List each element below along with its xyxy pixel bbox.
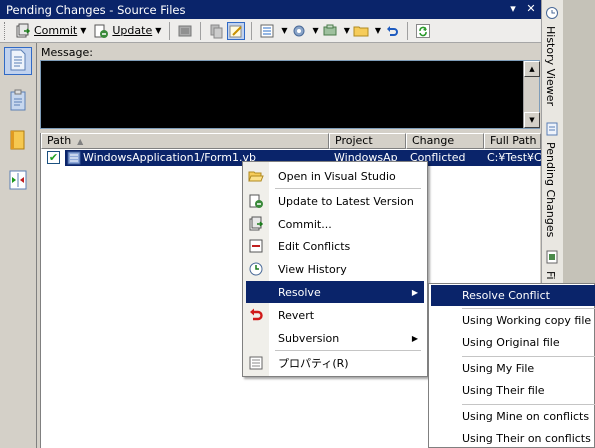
submenu-item-using-working-copy-file[interactable]: Using Working copy file xyxy=(431,310,594,331)
menu-item-commit[interactable]: Commit... xyxy=(246,213,424,235)
chevron-down-icon[interactable]: ▼ xyxy=(80,26,86,35)
chevron-down-icon[interactable]: ▼ xyxy=(344,26,350,35)
chevron-down-icon[interactable]: ▼ xyxy=(155,26,161,35)
menu-item-update-to-latest-version[interactable]: Update to Latest Version xyxy=(246,190,424,212)
column-header-path[interactable]: Path ▲ xyxy=(41,133,329,149)
chevron-down-icon[interactable]: ▼ xyxy=(281,26,287,35)
submenu-arrow-icon: ▶ xyxy=(411,287,418,297)
context-menu: Open in Visual Studio Update to Latest V… xyxy=(242,161,428,377)
tab-file[interactable]: Fi xyxy=(544,250,562,283)
toolbar-separator xyxy=(407,21,408,40)
column-header-full-path[interactable]: Full Path xyxy=(484,133,541,149)
commit-icon xyxy=(14,22,32,40)
column-header-change[interactable]: Change xyxy=(406,133,484,149)
history-icon xyxy=(248,261,264,277)
source-files-view-button[interactable] xyxy=(4,47,32,75)
update-icon xyxy=(248,193,264,209)
file-tab-icon xyxy=(544,250,562,267)
message-scrollbar[interactable]: ▲ ▼ xyxy=(523,61,540,128)
chevron-down-icon[interactable]: ▼ xyxy=(313,26,319,35)
work-items-view-button[interactable] xyxy=(4,87,32,115)
close-button[interactable]: ✕ xyxy=(523,1,539,17)
notes-icon xyxy=(8,129,28,154)
menu-item-edit-conflicts[interactable]: Edit Conflicts xyxy=(246,235,424,257)
toolbar-grip[interactable] xyxy=(4,21,8,40)
list-header: Path ▲ Project Change Full Path xyxy=(41,133,541,149)
window-title: Pending Changes - Source Files xyxy=(6,2,186,17)
menu-item-revert[interactable]: Revert xyxy=(246,304,424,326)
menu-separator xyxy=(275,188,421,189)
scroll-down-icon[interactable]: ▼ xyxy=(524,112,540,128)
row-checkbox[interactable]: ✔ xyxy=(47,151,60,164)
pending-changes-icon xyxy=(544,122,562,139)
submenu-item-using-my-file[interactable]: Using My File xyxy=(431,358,594,379)
update-label: Update xyxy=(112,24,153,37)
edit-conflicts-icon xyxy=(248,238,264,254)
cell-full-path: C:¥Test¥C xyxy=(487,151,541,164)
menu-item-open-in-visual-studio[interactable]: Open in Visual Studio xyxy=(246,165,424,187)
menu-item-properties[interactable]: プロパティ(R) xyxy=(246,352,424,374)
menu-item-resolve[interactable]: Resolve ▶ xyxy=(246,281,424,303)
menu-item-view-history[interactable]: View History xyxy=(246,258,424,280)
update-button[interactable]: Update ▼ xyxy=(90,21,163,41)
refresh-icon[interactable] xyxy=(414,22,432,40)
submenu-item-using-their-file[interactable]: Using Their file xyxy=(431,380,594,401)
resolve-submenu: Resolve Conflict Using Working copy file… xyxy=(428,283,595,448)
tab-history-viewer[interactable]: History Viewer xyxy=(544,6,562,109)
toolbar-separator xyxy=(169,21,171,40)
menu-separator xyxy=(462,356,595,357)
submenu-arrow-icon: ▶ xyxy=(411,333,418,343)
scroll-up-icon[interactable]: ▲ xyxy=(524,61,540,77)
edit-message-icon[interactable] xyxy=(227,21,246,40)
notes-view-button[interactable] xyxy=(4,127,32,155)
message-input[interactable]: ▲ ▼ xyxy=(40,60,540,129)
properties-icon xyxy=(248,355,264,371)
commit-label: Commit xyxy=(34,24,78,37)
conflicts-icon xyxy=(8,169,28,194)
menu-separator xyxy=(275,350,421,351)
folder-icon[interactable] xyxy=(352,22,370,40)
column-header-project[interactable]: Project xyxy=(329,133,406,149)
submenu-item-using-original-file[interactable]: Using Original file xyxy=(431,332,594,353)
sort-ascending-icon: ▲ xyxy=(77,137,84,146)
list-view-icon[interactable] xyxy=(176,22,194,40)
copy-icon[interactable] xyxy=(207,22,225,40)
tab-pending-changes[interactable]: Pending Changes xyxy=(544,122,562,240)
update-icon xyxy=(92,22,110,40)
left-view-strip xyxy=(0,43,37,448)
conflicts-view-button[interactable] xyxy=(4,167,32,195)
menu-separator xyxy=(462,404,595,405)
undo-icon[interactable] xyxy=(383,22,401,40)
document-icon xyxy=(8,49,28,74)
repository-icon[interactable] xyxy=(321,22,339,40)
submenu-item-resolve-conflict[interactable]: Resolve Conflict xyxy=(431,285,595,306)
vb-file-icon xyxy=(67,151,81,168)
revert-icon xyxy=(248,307,264,323)
submenu-item-using-mine-on-conflicts[interactable]: Using Mine on conflicts xyxy=(431,406,594,427)
menu-separator xyxy=(462,308,595,309)
folder-open-icon xyxy=(248,168,264,184)
commit-icon xyxy=(248,216,264,232)
menu-item-subversion[interactable]: Subversion ▶ xyxy=(246,327,424,349)
submenu-item-using-their-on-conflicts[interactable]: Using Their on conflicts xyxy=(431,428,594,448)
chevron-down-icon[interactable]: ▼ xyxy=(375,26,381,35)
history-viewer-icon xyxy=(544,6,562,23)
window-menu-button[interactable]: ▾ xyxy=(505,1,521,17)
message-label: Message: xyxy=(41,46,93,59)
commit-button[interactable]: Commit ▼ xyxy=(12,21,88,41)
toolbar-separator xyxy=(200,21,202,40)
toolbar-separator xyxy=(251,21,253,40)
clipboard-icon xyxy=(8,89,28,114)
toolbar: Commit ▼ Update ▼ ▼ ▼ ▼ ▼ xyxy=(0,19,541,43)
settings-icon[interactable] xyxy=(290,22,308,40)
window-title-bar: Pending Changes - Source Files ▾ ✕ xyxy=(0,0,541,19)
grouping-icon[interactable] xyxy=(258,22,276,40)
